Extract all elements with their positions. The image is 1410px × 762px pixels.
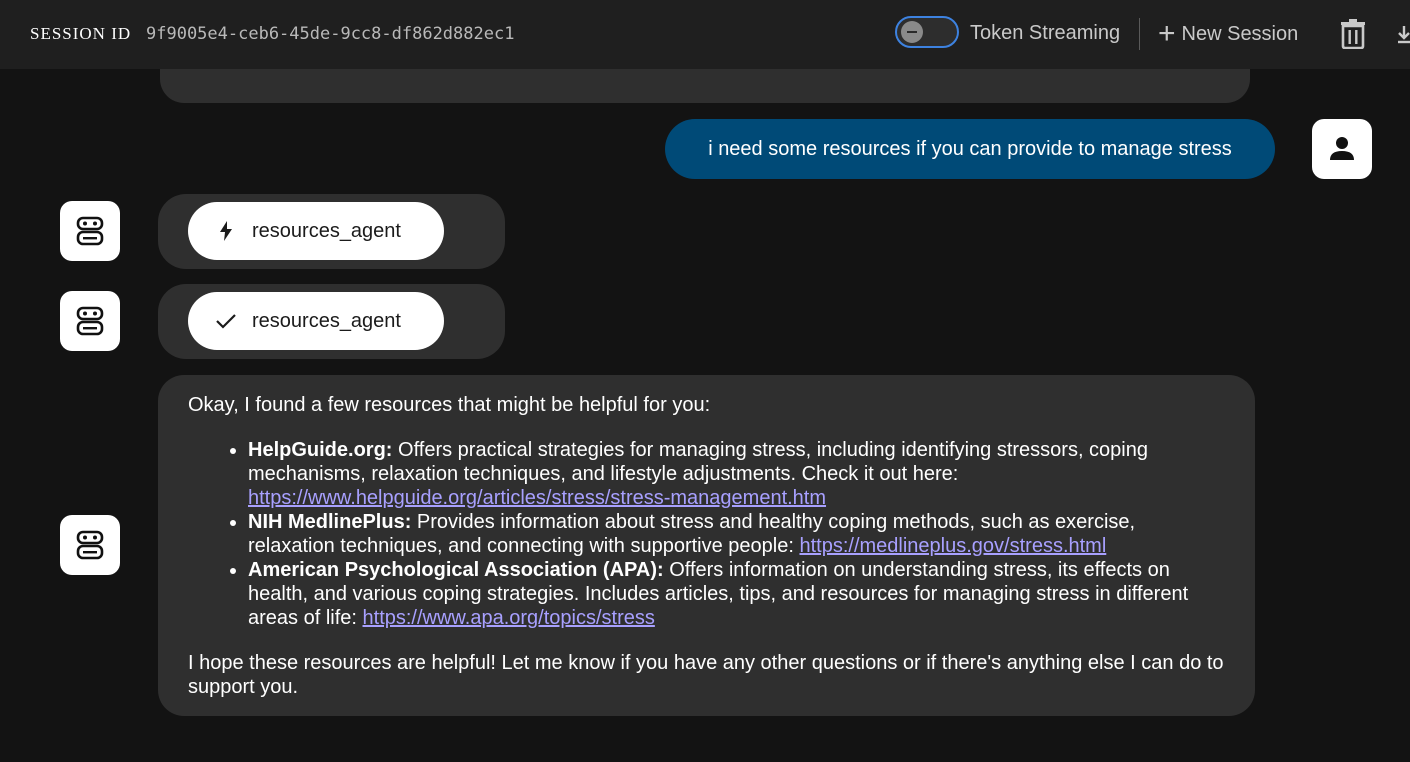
robot-icon: [76, 306, 104, 336]
robot-icon: [76, 530, 104, 560]
agent-event-running: resources_agent: [158, 194, 505, 269]
token-streaming-toggle[interactable]: [895, 16, 959, 48]
agent-event-done: resources_agent: [158, 284, 505, 359]
bolt-icon: [216, 221, 236, 241]
bot-avatar: [60, 291, 120, 351]
user-avatar: [1312, 119, 1372, 179]
check-icon: [216, 311, 236, 331]
toggle-knob-icon: [901, 21, 923, 43]
resource-link[interactable]: https://medlineplus.gov/stress.html: [799, 535, 1106, 557]
resource-title: American Psychological Association (APA)…: [248, 559, 664, 581]
new-session-button[interactable]: + New Session: [1158, 17, 1299, 50]
download-icon[interactable]: [1398, 22, 1410, 48]
header-divider: [1139, 18, 1140, 50]
new-session-label: New Session: [1181, 22, 1299, 45]
robot-icon: [76, 216, 104, 246]
list-item: American Psychological Association (APA)…: [248, 558, 1225, 630]
token-streaming-label: Token Streaming: [970, 22, 1121, 44]
resource-list: HelpGuide.org: Offers practical strategi…: [188, 438, 1225, 630]
plus-icon: +: [1158, 17, 1176, 50]
list-item: NIH MedlinePlus: Provides information ab…: [248, 510, 1225, 558]
agent-chip[interactable]: resources_agent: [188, 292, 444, 350]
resource-title: HelpGuide.org:: [248, 439, 393, 461]
agent-chip-label: resources_agent: [252, 309, 401, 332]
session-id-value: 9f9005e4-ceb6-45de-9cc8-df862d882ec1: [146, 24, 515, 44]
agent-chip-label: resources_agent: [252, 219, 401, 242]
response-intro: Okay, I found a few resources that might…: [188, 394, 711, 416]
resource-title: NIH MedlinePlus:: [248, 511, 412, 533]
resource-link[interactable]: https://www.apa.org/topics/stress: [363, 607, 655, 629]
person-icon: [1330, 137, 1354, 160]
agent-chip[interactable]: resources_agent: [188, 202, 444, 260]
bot-avatar: [60, 201, 120, 261]
response-outro: I hope these resources are helpful! Let …: [188, 652, 1224, 698]
list-item: HelpGuide.org: Offers practical strategi…: [248, 438, 1225, 510]
session-id-label: SESSION ID: [30, 24, 132, 43]
user-message-bubble: i need some resources if you can provide…: [665, 119, 1275, 179]
agent-response-bubble: Okay, I found a few resources that might…: [158, 375, 1255, 716]
top-bar: SESSION ID 9f9005e4-ceb6-45de-9cc8-df862…: [0, 0, 1410, 69]
bot-avatar: [60, 515, 120, 575]
previous-message-bubble: [160, 69, 1250, 103]
trash-icon[interactable]: [1340, 19, 1366, 50]
resource-link[interactable]: https://www.helpguide.org/articles/stres…: [248, 487, 826, 509]
